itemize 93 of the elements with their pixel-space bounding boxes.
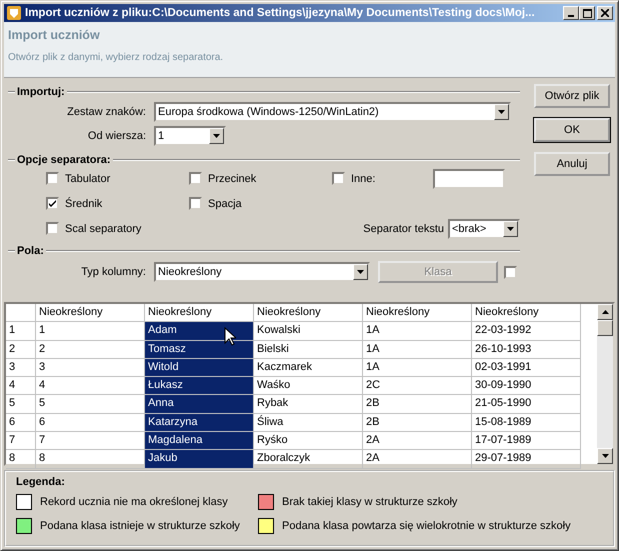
close-icon bbox=[601, 9, 609, 17]
table-cell[interactable]: 30-09-1990 bbox=[472, 377, 581, 396]
dialog-button[interactable]: OK bbox=[534, 118, 610, 142]
table-cell[interactable]: Magdalena bbox=[145, 432, 254, 450]
window-title: Import uczniów z pliku:C:\Documents and Settings\jjezyna\My Documents\Testing docs\Moj... bbox=[25, 7, 536, 19]
legend-label: Brak takiej klasy w strukturze szkoły bbox=[282, 496, 458, 508]
table-cell[interactable]: 1A bbox=[363, 340, 472, 359]
table-cell[interactable]: 29-07-1989 bbox=[472, 450, 581, 469]
dialog-button[interactable]: Anuluj bbox=[534, 152, 610, 176]
column-header[interactable]: Nieokreślony bbox=[254, 304, 363, 322]
column-header[interactable]: Nieokreślony bbox=[363, 304, 472, 322]
table-cell[interactable]: 26-10-1993 bbox=[472, 340, 581, 359]
table-cell[interactable]: 22-03-1992 bbox=[472, 322, 581, 341]
checkbox[interactable] bbox=[46, 172, 59, 185]
table-cell[interactable]: Jakub bbox=[145, 450, 254, 469]
table-cell[interactable]: Śliwa bbox=[254, 414, 363, 432]
app-icon bbox=[6, 5, 22, 21]
column-header[interactable]: Nieokreślony bbox=[472, 304, 581, 322]
checkbox-label: Tabulator bbox=[65, 172, 110, 184]
table-cell[interactable]: 2B bbox=[363, 414, 472, 432]
checkbox[interactable] bbox=[46, 197, 59, 210]
field-label: Od wiersza: bbox=[86, 130, 147, 142]
checkbox-label: Przecinek bbox=[208, 172, 256, 184]
row-number: 4 bbox=[6, 377, 36, 396]
field-label: Zestaw znaków: bbox=[66, 106, 147, 118]
table-cell[interactable]: Ryśko bbox=[254, 432, 363, 450]
column-type-dropdown[interactable]: Nieokreślony bbox=[154, 262, 370, 282]
checkbox-label: Inne: bbox=[351, 172, 376, 184]
row-number: 7 bbox=[6, 432, 36, 450]
table-cell[interactable]: 1A bbox=[363, 322, 472, 341]
table-cell[interactable]: Adam bbox=[145, 322, 254, 341]
checkbox-label: Scal separatory bbox=[65, 222, 142, 234]
table-cell[interactable]: Kaczmarek bbox=[254, 358, 363, 378]
checkbox[interactable] bbox=[189, 172, 202, 185]
table-cell[interactable]: 17-07-1989 bbox=[472, 432, 581, 450]
vertical-scrollbar[interactable] bbox=[597, 304, 613, 464]
checkbox[interactable] bbox=[189, 197, 202, 210]
group-title: Importuj: bbox=[17, 86, 65, 98]
field-label: Typ kolumny: bbox=[80, 266, 147, 278]
checkbox[interactable] bbox=[46, 222, 59, 235]
table-cell[interactable]: Katarzyna bbox=[145, 414, 254, 432]
table-cell[interactable]: Zboralczyk bbox=[254, 450, 363, 469]
field-label: Separator tekstu bbox=[363, 222, 444, 234]
header-corner-cell bbox=[6, 304, 36, 322]
table-cell[interactable]: Witold bbox=[145, 358, 254, 378]
table-cell[interactable]: 2A bbox=[363, 432, 472, 450]
checkbox[interactable] bbox=[504, 266, 517, 278]
scroll-up-arrow-icon[interactable] bbox=[602, 310, 608, 314]
table-cell[interactable]: Kowalski bbox=[254, 322, 363, 341]
row-number: 5 bbox=[6, 395, 36, 414]
checkmark-icon bbox=[48, 199, 57, 208]
text-separator-dropdown[interactable]: <brak> bbox=[448, 218, 520, 238]
legend-label: Podana klasa istnieje w strukturze szkoły bbox=[40, 520, 240, 532]
row-number: 3 bbox=[6, 358, 36, 378]
table-cell[interactable]: 2B bbox=[363, 395, 472, 414]
table-cell[interactable]: 1A bbox=[363, 358, 472, 378]
row-number: 2 bbox=[6, 340, 36, 359]
maximize-button[interactable] bbox=[579, 6, 595, 20]
legend-label: Podana klasa powtarza się wielokrotnie w strukturze szkoły bbox=[282, 520, 571, 532]
table-cell[interactable]: 2A bbox=[363, 450, 472, 469]
legend-label: Rekord ucznia nie ma określonej klasy bbox=[40, 496, 228, 508]
group-title: Opcje separatora: bbox=[17, 154, 111, 166]
checkbox-label: Średnik bbox=[65, 198, 102, 210]
table-cell[interactable]: 2C bbox=[363, 377, 472, 396]
table-cell[interactable]: 21-05-1990 bbox=[472, 395, 581, 414]
minimize-button[interactable] bbox=[563, 6, 579, 20]
charset-dropdown[interactable]: Europa środkowa (Windows-1250/WinLatin2) bbox=[154, 102, 511, 122]
row-number: 1 bbox=[6, 322, 36, 341]
header-title: Import uczniów bbox=[8, 28, 101, 42]
group-title: Pola: bbox=[17, 245, 44, 257]
row-number: 6 bbox=[6, 414, 36, 432]
table-cell[interactable]: Bielski bbox=[254, 340, 363, 359]
row-dropdown[interactable]: 1 bbox=[154, 126, 226, 146]
table-cell[interactable]: Łukasz bbox=[145, 377, 254, 396]
checkbox[interactable] bbox=[332, 172, 345, 185]
checkbox-label: Spacja bbox=[208, 198, 242, 210]
scroll-down-arrow-icon[interactable] bbox=[602, 454, 608, 458]
close-button[interactable] bbox=[597, 6, 613, 20]
mouse-cursor-icon bbox=[224, 327, 236, 346]
table-cell[interactable]: 15-08-1989 bbox=[472, 414, 581, 432]
header-subtitle: Otwórz plik z danymi, wybierz rodzaj separatora. bbox=[8, 52, 224, 63]
table-cell[interactable]: Waśko bbox=[254, 377, 363, 396]
table-cell[interactable]: 02-03-1991 bbox=[472, 358, 581, 378]
table-cell[interactable]: Anna bbox=[145, 395, 254, 414]
column-header[interactable]: Nieokreślony bbox=[36, 304, 145, 322]
scrollbar-thumb[interactable] bbox=[597, 320, 613, 336]
legend-title: Legenda: bbox=[16, 476, 66, 488]
table-cell[interactable]: Rybak bbox=[254, 395, 363, 414]
input-field[interactable] bbox=[433, 168, 506, 188]
dialog-button[interactable]: Otwórz plik bbox=[534, 84, 610, 108]
table-cell[interactable]: Tomasz bbox=[145, 340, 254, 359]
row-number: 8 bbox=[6, 450, 36, 469]
maximize-icon bbox=[582, 8, 592, 18]
